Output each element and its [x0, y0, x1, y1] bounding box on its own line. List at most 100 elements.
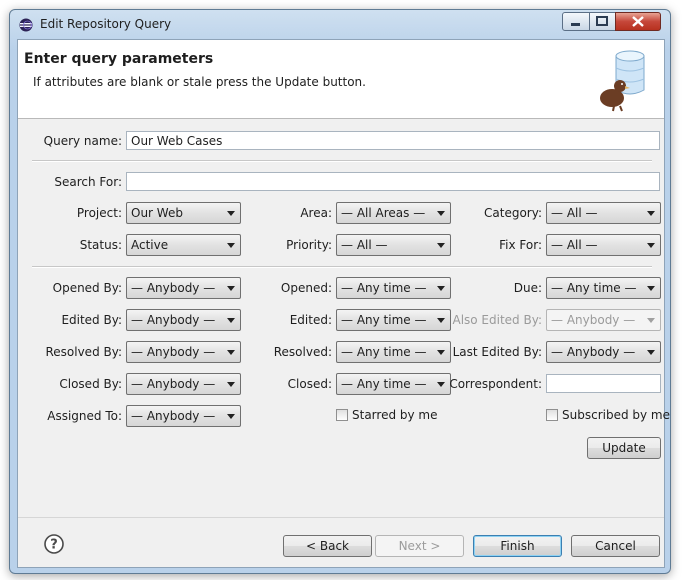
edited-label: Edited: [289, 313, 332, 327]
chevron-down-icon [647, 243, 655, 248]
title-area: Enter query parameters If attributes are… [18, 40, 664, 119]
cancel-button[interactable]: Cancel [571, 535, 660, 557]
assigned-to-value: — Anybody — [131, 409, 216, 423]
priority-combo[interactable]: — All — [336, 234, 451, 256]
closed-by-value: — Anybody — [131, 377, 216, 391]
search-for-input[interactable] [126, 172, 660, 191]
resolved-combo[interactable]: — Any time — [336, 341, 451, 363]
eclipse-icon [19, 18, 33, 32]
footer-separator [18, 517, 664, 518]
priority-value: — All — [341, 238, 388, 252]
area-value: — All Areas — [341, 206, 426, 220]
assigned-to-label: Assigned To: [47, 409, 122, 423]
window-title: Edit Repository Query [40, 17, 172, 31]
svg-text:?: ? [50, 538, 58, 553]
subscribed-by-me-label: Subscribed by me [562, 408, 670, 422]
opened-label: Opened: [280, 281, 332, 295]
chevron-down-icon [647, 211, 655, 216]
last-edited-by-value: — Anybody — [551, 345, 636, 359]
assigned-to-combo[interactable]: — Anybody — [126, 405, 241, 427]
separator [32, 160, 652, 162]
priority-label: Priority: [286, 238, 332, 252]
opened-by-label: Opened By: [52, 281, 122, 295]
subscribed-by-me-checkbox[interactable] [546, 409, 558, 421]
project-value: Our Web [131, 206, 183, 220]
query-name-label: Query name: [43, 134, 122, 148]
resolved-by-combo[interactable]: — Anybody — [126, 341, 241, 363]
also-edited-by-combo[interactable]: — Anybody — [546, 309, 661, 331]
help-icon[interactable]: ? [44, 534, 64, 554]
opened-by-value: — Anybody — [131, 281, 216, 295]
correspondent-label: Correspondent: [449, 377, 542, 391]
status-label: Status: [79, 238, 122, 252]
chevron-down-icon [647, 318, 655, 323]
chevron-down-icon [227, 286, 235, 291]
closed-combo[interactable]: — Any time — [336, 373, 451, 395]
starred-by-me-checkbox[interactable] [336, 409, 348, 421]
edited-value: — Any time — [341, 313, 427, 327]
project-label: Project: [76, 206, 122, 220]
title-bar[interactable]: Edit Repository Query [10, 10, 670, 38]
opened-by-combo[interactable]: — Anybody — [126, 277, 241, 299]
maximize-icon [596, 16, 608, 26]
edited-by-value: — Anybody — [131, 313, 216, 327]
chevron-down-icon [227, 414, 235, 419]
opened-value: — Any time — [341, 281, 427, 295]
repository-database-icon [600, 50, 645, 112]
page-title: Enter query parameters [24, 51, 214, 67]
closed-by-label: Closed By: [59, 377, 122, 391]
status-combo[interactable]: Active [126, 234, 241, 256]
fix-for-combo[interactable]: — All — [546, 234, 661, 256]
chevron-down-icon [647, 286, 655, 291]
next-button[interactable]: Next > [375, 535, 464, 557]
due-value: — Any time — [551, 281, 637, 295]
category-combo[interactable]: — All — [546, 202, 661, 224]
dialog-client-area: Enter query parameters If attributes are… [17, 39, 670, 568]
resolved-by-value: — Anybody — [131, 345, 216, 359]
last-edited-by-label: Last Edited By: [452, 345, 542, 359]
closed-by-combo[interactable]: — Anybody — [126, 373, 241, 395]
category-value: — All — [551, 206, 598, 220]
finish-button[interactable]: Finish [473, 535, 562, 557]
maximize-button[interactable] [589, 12, 616, 31]
starred-by-me-label: Starred by me [352, 408, 438, 422]
dialog-window: Edit Repository Query Enter query parame… [9, 9, 671, 574]
separator [32, 266, 652, 268]
back-button[interactable]: < Back [283, 535, 372, 557]
minimize-icon [571, 23, 580, 26]
correspondent-input[interactable] [546, 374, 661, 393]
resolved-value: — Any time — [341, 345, 427, 359]
last-edited-by-combo[interactable]: — Anybody — [546, 341, 661, 363]
due-combo[interactable]: — Any time — [546, 277, 661, 299]
chevron-down-icon [647, 350, 655, 355]
closed-value: — Any time — [341, 377, 427, 391]
fix-for-label: Fix For: [499, 238, 542, 252]
resolved-label: Resolved: [273, 345, 332, 359]
edited-by-combo[interactable]: — Anybody — [126, 309, 241, 331]
minimize-button[interactable] [562, 12, 590, 31]
edited-combo[interactable]: — Any time — [336, 309, 451, 331]
edited-by-label: Edited By: [61, 313, 122, 327]
project-combo[interactable]: Our Web [126, 202, 241, 224]
also-edited-by-value: — Anybody — [551, 313, 636, 327]
opened-combo[interactable]: — Any time — [336, 277, 451, 299]
page-description: If attributes are blank or stale press t… [33, 75, 366, 89]
search-for-label: Search For: [54, 175, 122, 189]
update-button[interactable]: Update [587, 437, 661, 459]
resolved-by-label: Resolved By: [45, 345, 122, 359]
chevron-down-icon [227, 350, 235, 355]
chevron-down-icon [227, 382, 235, 387]
closed-label: Closed: [287, 377, 332, 391]
close-button[interactable] [615, 12, 661, 31]
query-name-value: Our Web Cases [131, 134, 223, 148]
chevron-down-icon [227, 211, 235, 216]
due-label: Due: [513, 281, 542, 295]
fix-for-value: — All — [551, 238, 598, 252]
area-combo[interactable]: — All Areas — [336, 202, 451, 224]
area-label: Area: [300, 206, 332, 220]
chevron-down-icon [227, 318, 235, 323]
query-name-input[interactable]: Our Web Cases [126, 131, 660, 150]
category-label: Category: [484, 206, 542, 220]
status-value: Active [131, 238, 169, 252]
also-edited-by-label: Also Edited By: [452, 313, 542, 327]
